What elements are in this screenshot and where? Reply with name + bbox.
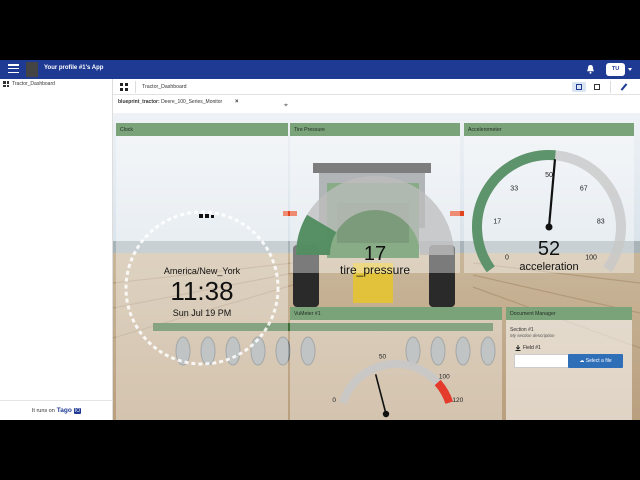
vumeter-gauge: 0 50 100 120 — [332, 353, 464, 418]
sidebar-item-tractor-dashboard[interactable]: Tractor_Dashboard — [3, 81, 55, 87]
blueprint-selector[interactable]: blueprint_tractor: Deere_100_Series_Moni… — [118, 99, 222, 105]
apps-grid-icon[interactable] — [120, 83, 128, 91]
expand-icon — [594, 84, 600, 90]
dashboard-toolbar: Tractor_Dashboard — [113, 79, 640, 95]
clock-widget: Clock America/New_York 11:38 Sun Jul 19 … — [116, 123, 288, 420]
document-manager-widget-title: Document Manager — [506, 307, 632, 320]
save-button[interactable] — [572, 82, 586, 92]
save-icon — [576, 84, 582, 90]
mouse-cursor-icon: ⌖ — [284, 102, 288, 109]
document-field-label: Field #1 — [523, 345, 541, 351]
sidebar-footer: It runs on Tago IO — [0, 400, 113, 420]
user-avatar[interactable]: TU — [606, 63, 625, 76]
acc-tick-label: 83 — [597, 219, 605, 226]
pencil-icon — [620, 83, 628, 91]
cloud-upload-icon: ☁ — [579, 358, 585, 364]
document-field: Field #1 — [515, 345, 541, 351]
blueprint-filter-bar: blueprint_tractor: Deere_100_Series_Moni… — [113, 95, 640, 113]
sidebar-item-label: Tractor_Dashboard — [12, 81, 55, 87]
dashboard-icon — [3, 81, 9, 87]
top-bar: Your profile #1's App TU — [0, 60, 640, 79]
acc-tick-label: 17 — [493, 219, 501, 226]
sidebar: Tractor_Dashboard It runs on Tago IO — [0, 79, 113, 420]
app-logo — [26, 62, 38, 77]
blueprint-key: blueprint_tractor: — [118, 99, 160, 105]
select-file-button[interactable]: ☁ Select a file — [568, 354, 623, 368]
acc-tick-label: 67 — [580, 185, 588, 192]
file-name-input[interactable] — [514, 354, 569, 368]
acceleration-value: 52 — [537, 238, 561, 260]
app-title: Your profile #1's App — [44, 65, 104, 71]
app-window: Your profile #1's App TU Tractor_Dashboa… — [0, 60, 640, 420]
blueprint-value: Deere_100_Series_Monitor — [161, 99, 223, 105]
vu-needle-hub — [382, 410, 390, 418]
acc-tick-label: 33 — [510, 185, 518, 192]
bell-icon[interactable] — [586, 64, 595, 74]
document-manager-widget: Document Manager Section #1 My section d… — [506, 307, 632, 420]
vu-needle — [374, 374, 387, 415]
acc-needle — [547, 159, 557, 228]
vu-tick-label: 120 — [452, 397, 463, 404]
dashboard-name: Tractor_Dashboard — [142, 84, 187, 90]
document-section-description: My section description — [510, 333, 555, 338]
fullscreen-button[interactable] — [590, 82, 604, 92]
tagoio-logo-box: IO — [73, 407, 82, 414]
tire-pressure-variable: tire_pressure — [339, 263, 411, 277]
close-icon[interactable]: × — [235, 99, 239, 105]
divider — [135, 81, 136, 93]
clock-time: 11:38 — [170, 276, 234, 306]
vumeter-widget: VuMeter #1 0 50 100 120 — [290, 307, 502, 420]
dashboard-canvas: Clock America/New_York 11:38 Sun Jul 19 … — [113, 113, 640, 420]
download-icon — [515, 345, 521, 351]
tire-pressure-widget: Tire Pressure 17 tire_pressure — [290, 123, 460, 277]
vu-red-zone — [434, 379, 454, 405]
clock-date: Sun Jul 19 PM — [172, 308, 232, 318]
chevron-down-icon[interactable] — [628, 68, 632, 71]
vu-tick-label: 50 — [379, 353, 387, 360]
divider — [610, 81, 611, 93]
vu-tick-label: 100 — [439, 374, 450, 381]
vu-tick-label: 0 — [332, 397, 336, 404]
menu-icon[interactable] — [8, 64, 19, 75]
clock-second-tick — [199, 214, 203, 218]
tagoio-logo: Tago — [56, 407, 72, 414]
acceleration-variable: acceleration — [519, 261, 579, 273]
edit-button[interactable] — [618, 82, 632, 92]
accelerometer-widget: Accelerometer 0 17 33 50 67 83 100 52 accelera… — [464, 123, 634, 273]
vu-track — [338, 360, 454, 405]
acc-tick-label: 50 — [545, 172, 553, 179]
footer-text: It runs on — [31, 407, 55, 414]
clock-timezone: America/New_York — [163, 266, 241, 276]
acc-needle-hub — [545, 223, 553, 231]
select-file-label: Select a file — [585, 358, 612, 364]
